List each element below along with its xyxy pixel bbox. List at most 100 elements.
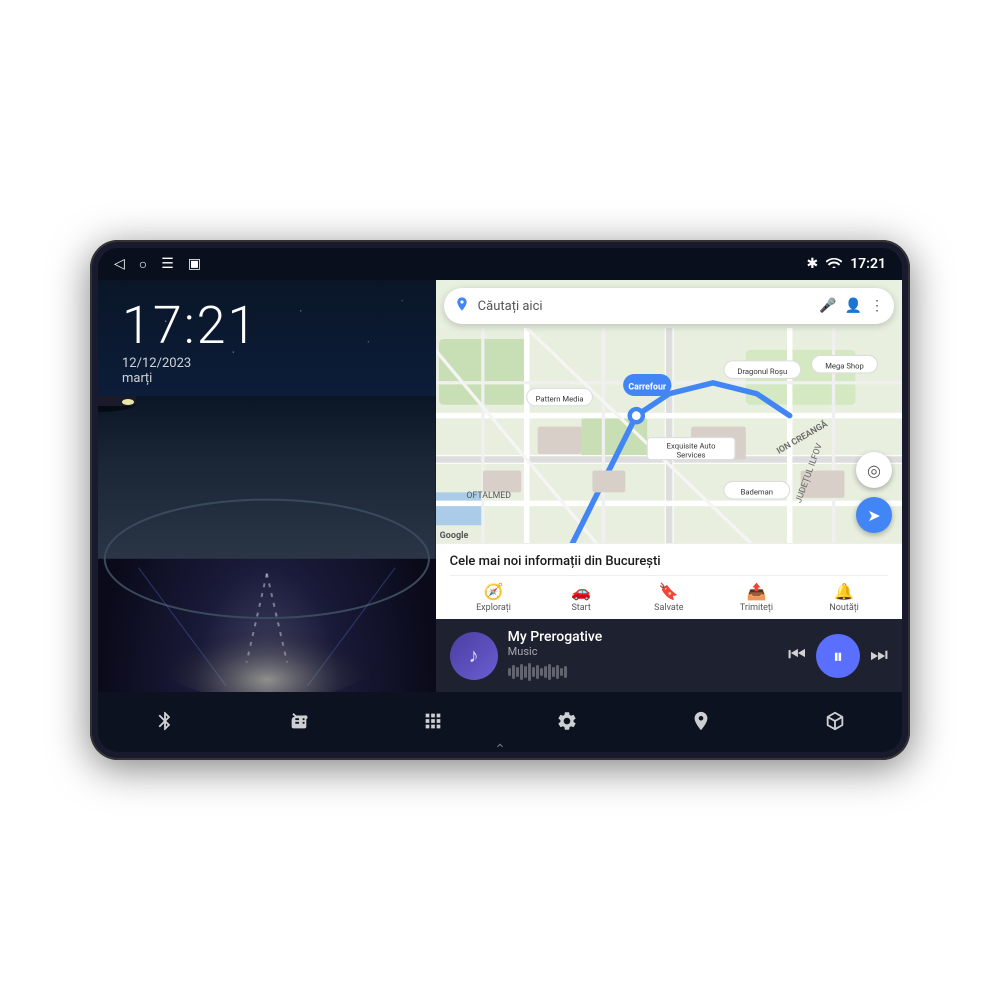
status-bar-left: ◁ ○ ☰ ▣ bbox=[114, 256, 201, 273]
svg-text:Mega Shop: Mega Shop bbox=[825, 362, 864, 371]
start-label: Start bbox=[571, 603, 590, 613]
previous-button[interactable]: ⏮ bbox=[788, 644, 806, 667]
apps-button[interactable] bbox=[408, 710, 458, 738]
next-button[interactable]: ⏭ bbox=[870, 644, 888, 667]
maps-nav-tabs: 🧭 Explorați 🚗 Start 🔖 Salvate 📤 bbox=[450, 575, 888, 613]
bluetooth-button[interactable] bbox=[140, 710, 190, 738]
waveform-bar-3 bbox=[516, 667, 519, 677]
maps-tab-start[interactable]: 🚗 Start bbox=[537, 582, 625, 613]
map-location-button[interactable]: ➤ bbox=[856, 497, 892, 533]
bluetooth-status-icon: ✱ bbox=[806, 256, 818, 272]
album-art: ♪ bbox=[450, 632, 498, 680]
car-nav-icon: 🚗 bbox=[571, 582, 591, 601]
waveform-bar-10 bbox=[544, 666, 547, 678]
google-logo: Google bbox=[440, 531, 469, 541]
music-title: My Prerogative bbox=[508, 629, 778, 645]
chevron-up-icon[interactable]: ⌃ bbox=[494, 742, 506, 752]
search-placeholder[interactable]: Căutați aici bbox=[478, 299, 811, 314]
bluetooth-bottom-icon bbox=[154, 710, 176, 738]
waveform-bar-11 bbox=[548, 664, 551, 680]
clock-time: 17:21 bbox=[122, 300, 412, 352]
maps-info-title: Cele mai noi informații din București bbox=[450, 554, 888, 569]
waveform-bar-14 bbox=[560, 668, 563, 676]
apps-grid-icon bbox=[422, 710, 444, 738]
maps-info-panel: Cele mai noi informații din București 🧭 … bbox=[436, 543, 902, 619]
more-options-icon[interactable]: ⋮ bbox=[870, 298, 884, 314]
maps-tab-explore[interactable]: 🧭 Explorați bbox=[450, 582, 538, 613]
waveform-bar-8 bbox=[536, 665, 539, 679]
maps-bottom-button[interactable] bbox=[676, 710, 726, 738]
left-panel: 17:21 12/12/2023 marți bbox=[98, 280, 436, 692]
bottom-bar: ⌃ bbox=[98, 692, 902, 752]
screenshot-icon[interactable]: ▣ bbox=[188, 256, 201, 272]
waveform-bar-2 bbox=[512, 665, 515, 679]
waveform-bar-4 bbox=[520, 664, 523, 680]
status-bar-right: ✱ 17:21 bbox=[806, 256, 886, 272]
google-maps-logo bbox=[454, 296, 470, 316]
waveform-bar-7 bbox=[532, 667, 535, 677]
back-arrow-icon[interactable]: ◁ bbox=[114, 256, 125, 272]
target-icon: ◎ bbox=[867, 461, 881, 480]
maps-tab-news[interactable]: 🔔 Noutăți bbox=[800, 582, 888, 613]
waveform-bar-15 bbox=[564, 666, 567, 678]
svg-text:Pattern Media: Pattern Media bbox=[535, 394, 583, 403]
share-icon: 📤 bbox=[747, 582, 767, 601]
svg-text:Carrefour: Carrefour bbox=[628, 382, 666, 392]
mic-icon[interactable]: 🎤 bbox=[819, 298, 836, 314]
cube-3d-icon bbox=[824, 710, 846, 738]
svg-text:Exquisite Auto: Exquisite Auto bbox=[666, 442, 715, 451]
music-subtitle: Music bbox=[508, 645, 778, 658]
explore-icon: 🧭 bbox=[484, 582, 504, 601]
settings-button[interactable] bbox=[542, 710, 592, 738]
waveform-bar-6 bbox=[528, 663, 531, 681]
music-waveform bbox=[508, 662, 778, 682]
car-section bbox=[98, 396, 436, 692]
main-content: 17:21 12/12/2023 marți bbox=[98, 280, 902, 692]
pause-icon: ⏸ bbox=[833, 644, 843, 668]
tunnel-svg bbox=[98, 396, 436, 692]
waveform-bar-9 bbox=[540, 668, 543, 676]
radio-button[interactable] bbox=[274, 710, 324, 738]
music-controls: ⏮ ⏸ ⏭ bbox=[788, 634, 888, 678]
waveform-bar-5 bbox=[524, 666, 527, 678]
cube-button[interactable] bbox=[810, 710, 860, 738]
explore-label: Explorați bbox=[476, 603, 511, 613]
home-circle-icon[interactable]: ○ bbox=[139, 256, 147, 273]
play-pause-button[interactable]: ⏸ bbox=[816, 634, 860, 678]
map-section[interactable]: Carrefour Pattern Media Dragonul Roșu Me… bbox=[436, 280, 902, 543]
svg-text:OFTALMED: OFTALMED bbox=[466, 491, 511, 501]
waveform-bar-1 bbox=[508, 668, 511, 676]
account-icon[interactable]: 👤 bbox=[845, 298, 862, 314]
music-note-icon: ♪ bbox=[469, 643, 479, 668]
waveform-bar-13 bbox=[556, 665, 559, 679]
bookmark-icon: 🔖 bbox=[659, 582, 679, 601]
maps-pin-icon bbox=[690, 710, 712, 738]
share-label: Trimiteți bbox=[740, 603, 773, 613]
device-frame: ◁ ○ ☰ ▣ ✱ 17:21 17 bbox=[90, 240, 910, 760]
menu-icon[interactable]: ☰ bbox=[161, 256, 174, 272]
maps-tab-share[interactable]: 📤 Trimiteți bbox=[713, 582, 801, 613]
maps-tab-saved[interactable]: 🔖 Salvate bbox=[625, 582, 713, 613]
map-svg: Carrefour Pattern Media Dragonul Roșu Me… bbox=[436, 328, 902, 543]
device-screen: ◁ ○ ☰ ▣ ✱ 17:21 17 bbox=[98, 248, 902, 752]
status-bar: ◁ ○ ☰ ▣ ✱ 17:21 bbox=[98, 248, 902, 280]
wifi-icon bbox=[826, 256, 842, 272]
svg-text:Services: Services bbox=[676, 450, 705, 459]
svg-text:Bademan: Bademan bbox=[740, 488, 772, 497]
saved-label: Salvate bbox=[654, 603, 683, 613]
clock-section: 17:21 12/12/2023 marți bbox=[98, 280, 436, 396]
compass-icon: ➤ bbox=[867, 506, 880, 525]
news-label: Noutăți bbox=[829, 603, 859, 613]
right-panel: Carrefour Pattern Media Dragonul Roșu Me… bbox=[436, 280, 902, 692]
bell-icon: 🔔 bbox=[834, 582, 854, 601]
waveform-bar-12 bbox=[552, 667, 555, 677]
radio-bottom-icon bbox=[288, 710, 310, 738]
music-info: My Prerogative Music bbox=[508, 629, 778, 682]
map-search-bar[interactable]: Căutați aici 🎤 👤 ⋮ bbox=[444, 288, 894, 324]
settings-gear-icon bbox=[556, 710, 578, 738]
clock-date: 12/12/2023 marți bbox=[122, 356, 412, 386]
map-layers-button[interactable]: ◎ bbox=[856, 452, 892, 488]
svg-text:Dragonul Roșu: Dragonul Roșu bbox=[737, 367, 787, 376]
status-time: 17:21 bbox=[850, 256, 886, 272]
music-player: ♪ My Prerogative Music bbox=[436, 619, 902, 692]
